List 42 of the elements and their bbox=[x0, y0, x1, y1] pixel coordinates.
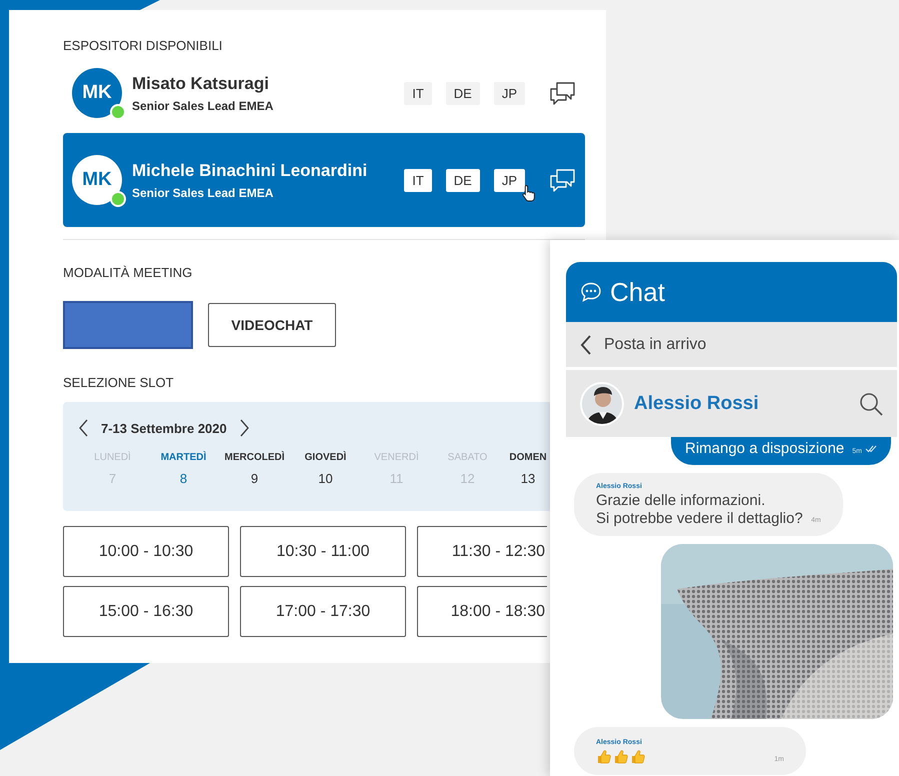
time-slot-button[interactable]: 17:00 - 17:30 bbox=[240, 586, 406, 637]
back-label[interactable]: Posta in arrivo bbox=[604, 336, 706, 354]
expert-name: Misato Katsuragi bbox=[132, 74, 270, 94]
expert-role: Senior Sales Lead EMEA bbox=[132, 98, 274, 112]
back-icon[interactable] bbox=[579, 334, 592, 356]
thumbs-up-icon bbox=[596, 749, 612, 765]
time-slot-button[interactable]: 10:30 - 11:00 bbox=[240, 526, 406, 577]
day-button[interactable]: MARTEDÌ 8 bbox=[148, 452, 219, 486]
section-title: ESPOSITORI DISPONIBILI bbox=[63, 38, 224, 53]
next-week-icon[interactable] bbox=[238, 418, 251, 438]
chat-title: Chat bbox=[610, 276, 665, 308]
expert-row[interactable]: MK Misato Katsuragi Senior Sales Lead EMEA IT DE JP bbox=[63, 55, 585, 131]
language-tag[interactable]: DE bbox=[446, 82, 480, 104]
search-icon[interactable] bbox=[859, 392, 883, 416]
language-tag[interactable]: JP bbox=[494, 82, 525, 104]
thumbs-up-icon bbox=[613, 749, 629, 765]
time-slot-button[interactable]: 10:00 - 10:30 bbox=[63, 526, 229, 577]
language-tag[interactable]: IT bbox=[404, 168, 432, 192]
language-tag[interactable]: IT bbox=[404, 82, 432, 104]
day-button[interactable]: GIOVEDÌ 10 bbox=[290, 452, 361, 486]
chat-bubble-icon bbox=[580, 281, 602, 303]
expert-row[interactable]: MK Michele Binachini Leonardini Senior Sales Lead EMEA IT DE JP bbox=[63, 133, 585, 227]
message-text: Grazie delle informazioni. Si potrebbe vedere il dettaglio? bbox=[596, 492, 803, 528]
previous-week-icon[interactable] bbox=[77, 418, 89, 438]
day-button[interactable]: DOMEN 13 bbox=[503, 452, 553, 486]
chat-icon[interactable] bbox=[549, 168, 576, 192]
section-title: MODALITÀ MEETING bbox=[63, 265, 194, 280]
back-bar[interactable]: Posta in arrivo bbox=[566, 322, 897, 367]
time-slot-button[interactable]: 15:00 - 16:30 bbox=[63, 586, 229, 637]
time-slot-button[interactable]: 11:30 - 12:30 bbox=[417, 526, 547, 577]
chat-icon[interactable] bbox=[549, 80, 576, 106]
section-title: SELEZIONE SLOT bbox=[63, 375, 175, 390]
expert-name: Michele Binachini Leonardini bbox=[132, 160, 368, 180]
meeting-mode-button[interactable]: VIDEOCHAT bbox=[208, 303, 336, 347]
message-text: Rimango a disposizione bbox=[685, 440, 844, 457]
language-tag[interactable]: DE bbox=[446, 168, 480, 192]
week-range: 7-13 Settembre 2020 bbox=[101, 420, 227, 436]
expert-role: Senior Sales Lead EMEA bbox=[132, 186, 274, 200]
time-slot-button[interactable]: 18:00 - 18:30 bbox=[417, 586, 547, 637]
day-button[interactable]: MERCOLEDÌ 9 bbox=[219, 452, 290, 486]
thumbs-up-icon bbox=[630, 749, 646, 765]
contact-name: Alessio Rossi bbox=[634, 392, 760, 414]
